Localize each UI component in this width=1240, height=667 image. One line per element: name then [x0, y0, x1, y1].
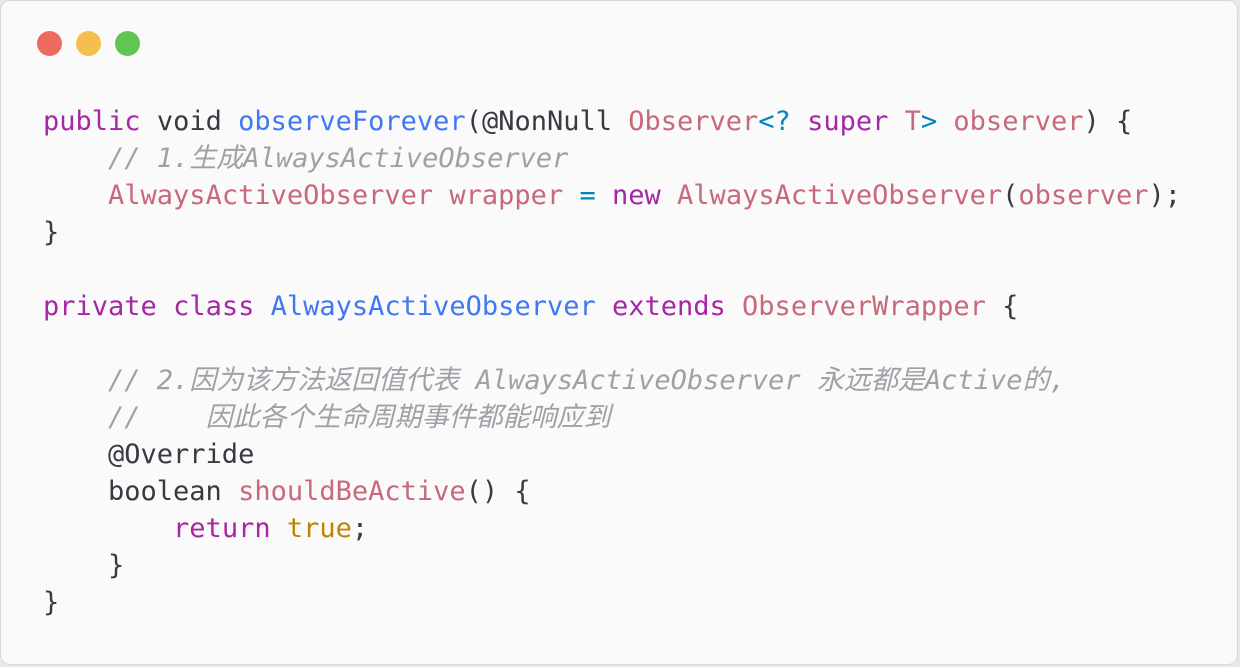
- code-token: boolean: [43, 476, 239, 507]
- code-line: AlwaysActiveObserver wrapper = new Alway…: [43, 177, 1181, 214]
- code-token: return: [173, 513, 271, 544]
- code-token: T: [904, 106, 921, 137]
- code-token: private: [43, 291, 157, 322]
- close-dot-icon[interactable]: [37, 31, 62, 56]
- code-token: new: [612, 180, 661, 211]
- code-line: // 1.生成AlwaysActiveObserver: [43, 140, 1181, 177]
- code-block: public void observeForever(@NonNull Obse…: [43, 103, 1181, 621]
- code-token: observer: [953, 106, 1084, 137]
- code-token: }: [43, 550, 125, 581]
- code-token: observeForever: [238, 106, 466, 137]
- code-token: (@NonNull: [465, 106, 629, 137]
- code-token: ) {: [1083, 106, 1133, 137]
- code-token: // 2.因为该方法返回值代表 AlwaysActiveObserver 永远都…: [108, 365, 1066, 396]
- code-token: {: [985, 291, 1019, 322]
- code-token: // 1.生成AlwaysActiveObserver: [108, 143, 569, 174]
- code-token: }: [43, 587, 60, 618]
- code-token: true: [286, 513, 352, 544]
- code-token: // 因此各个生命周期事件都能响应到: [108, 402, 611, 433]
- code-line: // 2.因为该方法返回值代表 AlwaysActiveObserver 永远都…: [43, 362, 1181, 399]
- code-token: ObserverWrapper: [742, 291, 986, 322]
- code-token: AlwaysActiveObserver: [108, 180, 434, 211]
- code-token: super: [807, 106, 889, 137]
- code-line: boolean shouldBeActive() {: [43, 473, 1181, 510]
- code-token: >: [920, 106, 938, 137]
- code-token: }: [43, 217, 60, 248]
- code-token: wrapper: [449, 180, 564, 211]
- code-token: @Override: [43, 439, 255, 470]
- code-token: AlwaysActiveObserver: [677, 180, 1003, 211]
- code-line: private class AlwaysActiveObserver exten…: [43, 288, 1181, 325]
- code-token: shouldBeActive: [238, 476, 466, 507]
- code-line: }: [43, 584, 1181, 621]
- code-token: observer: [1018, 180, 1149, 211]
- code-line: public void observeForever(@NonNull Obse…: [43, 103, 1181, 140]
- code-line: // 因此各个生命周期事件都能响应到: [43, 399, 1181, 436]
- code-token: ;: [351, 513, 369, 544]
- code-line: @Override: [43, 436, 1181, 473]
- code-token: class: [173, 291, 255, 322]
- code-token: );: [1148, 180, 1181, 211]
- code-token: public: [43, 106, 141, 137]
- code-token: () {: [465, 476, 531, 507]
- code-token: extends: [611, 291, 726, 322]
- code-token: =: [579, 180, 596, 211]
- code-line: return true;: [43, 510, 1181, 547]
- code-token: Observer: [628, 106, 759, 137]
- code-token: void: [156, 106, 222, 137]
- code-line: }: [43, 547, 1181, 584]
- code-snippet-window: public void observeForever(@NonNull Obse…: [0, 0, 1238, 665]
- code-line: }: [43, 214, 1181, 251]
- code-token: (: [1002, 180, 1019, 211]
- code-token: AlwaysActiveObserver: [270, 291, 596, 322]
- zoom-dot-icon[interactable]: [115, 31, 140, 56]
- code-token: <?: [758, 106, 791, 137]
- window-controls: [37, 31, 140, 56]
- minimize-dot-icon[interactable]: [76, 31, 101, 56]
